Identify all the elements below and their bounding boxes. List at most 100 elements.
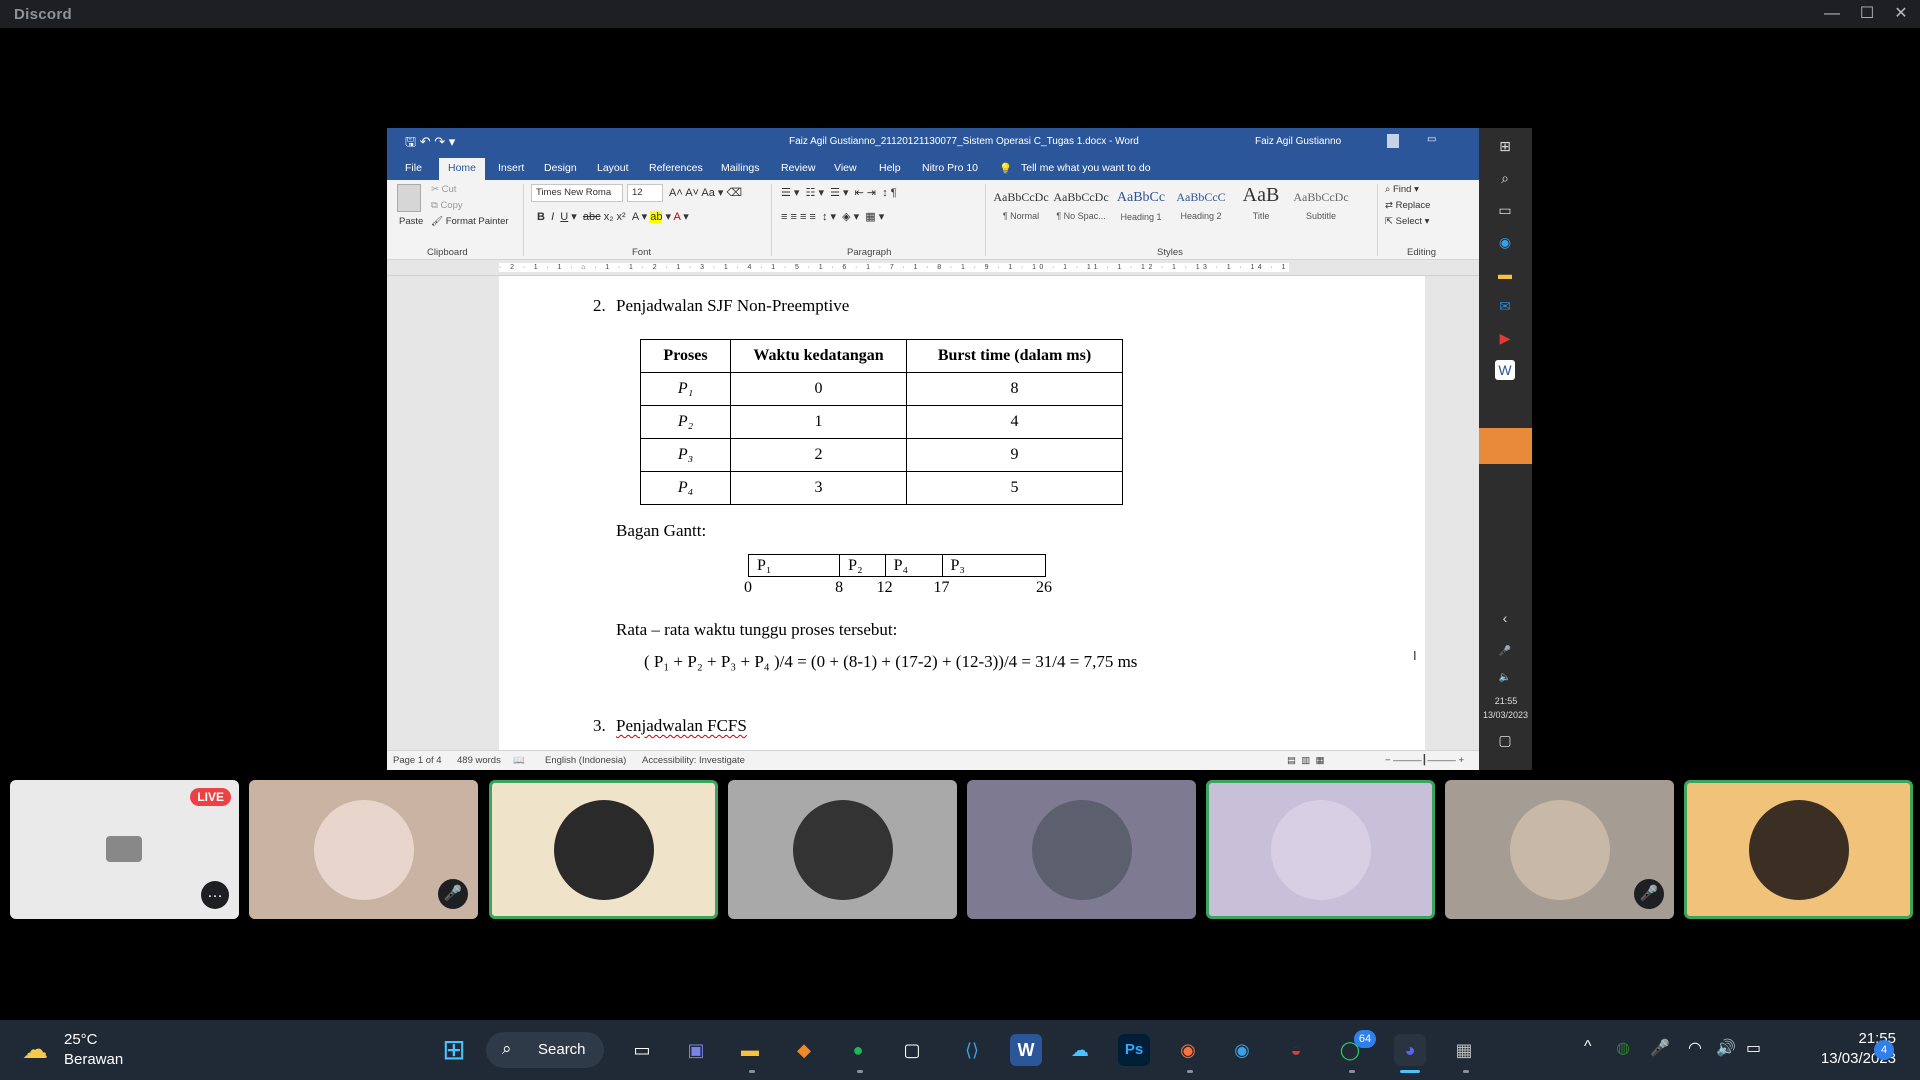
replace-button[interactable]: ⇄ Replace: [1385, 200, 1430, 211]
participant-6-tile[interactable]: 🎤: [1445, 780, 1674, 919]
chevron-left-icon[interactable]: ‹: [1495, 608, 1515, 628]
user-avatar[interactable]: [1387, 134, 1399, 148]
edge-icon[interactable]: ◉: [1495, 232, 1515, 252]
style-title[interactable]: AaB Title: [1231, 184, 1291, 228]
format-painter-button[interactable]: 🖌 Format Painter: [431, 216, 509, 227]
font-grow-shrink-icons[interactable]: A˄ A˅ Aa ▾ ⌫: [669, 186, 742, 199]
notification-badge[interactable]: 4: [1874, 1040, 1894, 1060]
edge-icon[interactable]: ◉: [1226, 1034, 1258, 1066]
copy-button[interactable]: ⧉ Copy: [431, 200, 463, 211]
document-canvas[interactable]: 2. Penjadwalan SJF Non-Preemptive Proses…: [403, 276, 1479, 750]
horizontal-ruler[interactable]: · 2 · 1 · 1 · ⌂ · 1 · 1 · 2 · 1 · 3 · 1 …: [387, 260, 1479, 276]
volume-icon[interactable]: 🔈: [1495, 668, 1515, 688]
participant-3-tile[interactable]: [728, 780, 957, 919]
task-view-icon[interactable]: ▭: [1495, 200, 1515, 220]
youtube-icon[interactable]: ▶: [1495, 328, 1515, 348]
align-icons[interactable]: ≡ ≡ ≡ ≡ ↕ ▾ ◈ ▾ ▦ ▾: [781, 210, 884, 223]
tab-home[interactable]: Home: [439, 158, 486, 180]
maximize-button[interactable]: ☐: [1850, 2, 1884, 26]
onedrive-icon[interactable]: ☁: [1064, 1034, 1096, 1066]
photoshop-icon[interactable]: Ps: [1118, 1034, 1150, 1066]
cut-button[interactable]: ✂ Cut: [431, 184, 456, 195]
font-name-box[interactable]: Times New Roma: [531, 184, 623, 202]
ribbon-display-icon[interactable]: ▭: [1427, 134, 1436, 145]
participant-2-tile[interactable]: [489, 780, 718, 919]
style-heading-2[interactable]: AaBbCcC Heading 2: [1171, 184, 1231, 228]
vertical-ruler[interactable]: [387, 276, 403, 750]
style-normal[interactable]: AaBbCcDc ¶ Normal: [991, 184, 1051, 228]
close-button[interactable]: ✕: [1884, 2, 1918, 26]
zoom-slider[interactable]: − ———┃——— +: [1385, 755, 1464, 766]
wifi-icon[interactable]: ◠: [1688, 1038, 1702, 1058]
windows-icon[interactable]: ⊞: [1495, 136, 1515, 156]
file-explorer-icon[interactable]: ▬: [734, 1034, 766, 1066]
tab-help[interactable]: Help: [879, 162, 901, 174]
find-button[interactable]: ⌕ Find ▾: [1385, 184, 1419, 195]
user-name[interactable]: Faiz Agil Gustianno: [1255, 136, 1341, 147]
document-page[interactable]: 2. Penjadwalan SJF Non-Preemptive Proses…: [499, 276, 1425, 750]
volume-icon[interactable]: 🔊: [1716, 1038, 1736, 1058]
weather-icon[interactable]: ☁: [22, 1034, 48, 1065]
view-mode-icons[interactable]: ▤ ▥ ▦: [1287, 755, 1325, 766]
snipping-tool-icon[interactable]: ▢: [896, 1034, 928, 1066]
battery-icon[interactable]: ▭: [1746, 1038, 1761, 1058]
font-format-icons[interactable]: B I U ▾ abc x₂ x² A ▾ ab ▾ A ▾: [537, 210, 689, 223]
tab-view[interactable]: View: [834, 162, 857, 174]
minimize-button[interactable]: —: [1815, 2, 1849, 26]
search-icon[interactable]: ⌕: [1495, 168, 1515, 188]
weather-temp[interactable]: 25°C: [64, 1031, 98, 1048]
shared-screen[interactable]: 🖫 ↶ ↷ ▾ Faiz Agil Gustianno_211201211300…: [387, 128, 1532, 770]
accessibility-status[interactable]: Accessibility: Investigate: [642, 755, 745, 766]
page-count[interactable]: Page 1 of 4: [393, 755, 442, 766]
tab-design[interactable]: Design: [544, 162, 577, 174]
tab-insert[interactable]: Insert: [498, 162, 524, 174]
firefox-icon[interactable]: ◉: [1172, 1034, 1204, 1066]
participant-5-tile[interactable]: [1206, 780, 1435, 919]
select-button[interactable]: ⇱ Select ▾: [1385, 216, 1429, 227]
weather-desc[interactable]: Berawan: [64, 1051, 123, 1068]
mail-icon[interactable]: ✉: [1495, 296, 1515, 316]
proofing-icon[interactable]: 📖: [513, 755, 525, 766]
style-heading-1[interactable]: AaBbCc Heading 1: [1111, 184, 1171, 228]
more-options-icon[interactable]: …: [201, 881, 229, 909]
style-no-spacing[interactable]: AaBbCcDc ¶ No Spac...: [1051, 184, 1111, 228]
app-icon[interactable]: ◒: [1280, 1034, 1312, 1066]
tab-references[interactable]: References: [649, 162, 703, 174]
tab-review[interactable]: Review: [781, 162, 815, 174]
tray-app-icon[interactable]: ◍: [1616, 1038, 1630, 1058]
quick-access-toolbar[interactable]: 🖫 ↶ ↷ ▾: [405, 133, 455, 155]
font-size-box[interactable]: 12: [627, 184, 663, 202]
language[interactable]: English (Indonesia): [545, 755, 626, 766]
vscode-icon[interactable]: ⟨⟩: [956, 1034, 988, 1066]
style-subtitle[interactable]: AaBbCcDc Subtitle: [1291, 184, 1351, 228]
fl-studio-icon[interactable]: ◆: [788, 1034, 820, 1066]
task-view-icon[interactable]: ▭: [626, 1034, 658, 1066]
teams-icon[interactable]: ▣: [680, 1034, 712, 1066]
word-icon[interactable]: W: [1010, 1034, 1042, 1066]
tab-mailings[interactable]: Mailings: [721, 162, 760, 174]
participant-1-tile[interactable]: 🎤: [249, 780, 478, 919]
tell-me-box[interactable]: Tell me what you want to do: [1021, 162, 1151, 174]
start-icon[interactable]: ⊞: [438, 1034, 470, 1066]
search-box[interactable]: ⌕ Search: [486, 1032, 604, 1068]
tab-nitro[interactable]: Nitro Pro 10: [922, 162, 978, 174]
notification-icon[interactable]: ▢: [1495, 730, 1515, 750]
participant-4-tile[interactable]: [967, 780, 1196, 919]
tray-chevron-icon[interactable]: ^: [1584, 1038, 1592, 1056]
active-app-highlight[interactable]: [1479, 428, 1532, 464]
paste-button[interactable]: Paste: [399, 216, 423, 227]
spotify-icon[interactable]: ●: [842, 1034, 874, 1066]
calculator-icon[interactable]: ▦: [1448, 1034, 1480, 1066]
list-icons[interactable]: ☰ ▾ ☷ ▾ ☰ ▾ ⇤ ⇥ ↕ ¶: [781, 186, 897, 199]
mic-icon[interactable]: 🎤: [1650, 1038, 1670, 1058]
file-explorer-icon[interactable]: ▬: [1495, 264, 1515, 284]
word-icon[interactable]: W: [1495, 360, 1515, 380]
participant-7-tile[interactable]: [1684, 780, 1913, 919]
tab-file[interactable]: File: [405, 162, 422, 174]
stream-preview-tile[interactable]: LIVE…: [10, 780, 239, 919]
tab-layout[interactable]: Layout: [597, 162, 629, 174]
mic-icon[interactable]: 🎤: [1495, 642, 1515, 662]
discord-icon[interactable]: ◕: [1394, 1034, 1426, 1066]
word-count[interactable]: 489 words: [457, 755, 501, 766]
paste-icon[interactable]: [397, 184, 421, 212]
